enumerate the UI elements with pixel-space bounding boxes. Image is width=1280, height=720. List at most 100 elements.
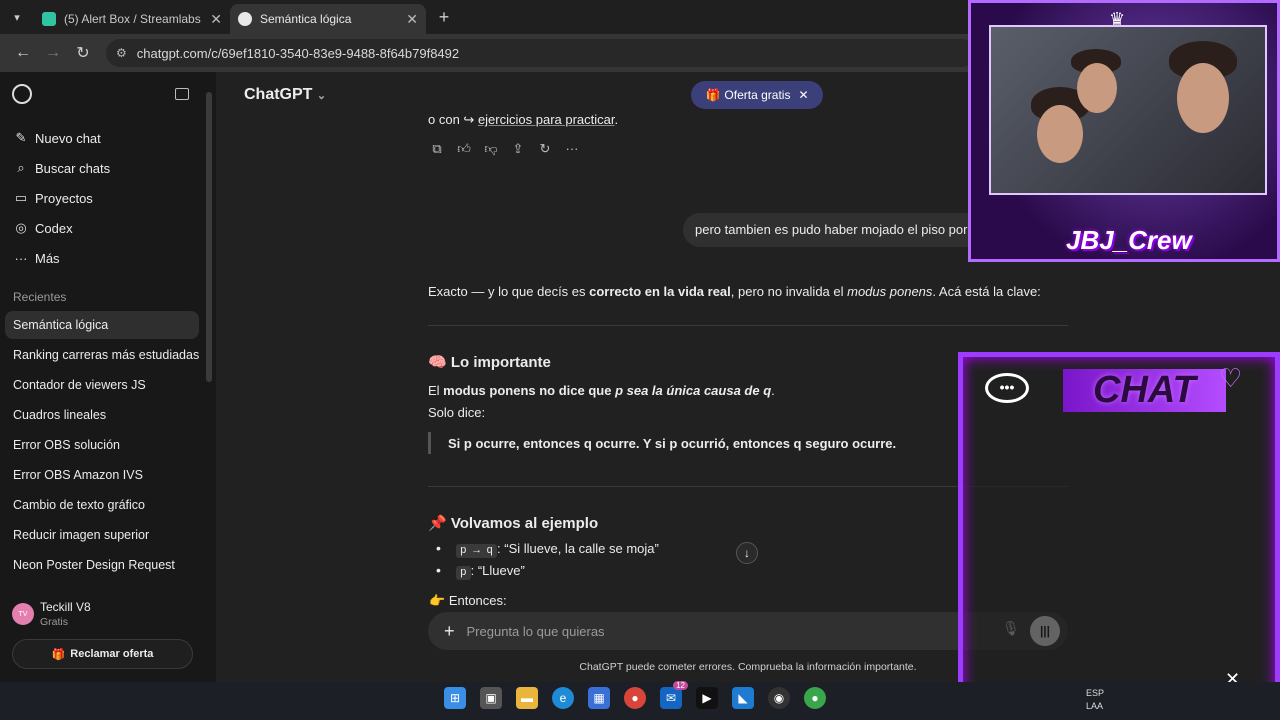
chrome-profile-icon[interactable]: ● xyxy=(804,687,826,709)
previous-message-tail: o con ↪ ejercicios para practicar. xyxy=(428,112,619,127)
lang-line: LAA xyxy=(1086,701,1104,711)
pin-icon: 📌 xyxy=(428,515,447,532)
sidebar-item-label: Buscar chats xyxy=(35,160,111,176)
start-icon[interactable]: ⊞ xyxy=(444,687,466,709)
gift-icon: 🎁 xyxy=(51,648,66,661)
address-bar[interactable]: ⚙ chatgpt.com/c/69ef1810-3540-83e9-9488-… xyxy=(106,39,976,67)
tab-search-icon[interactable]: ▾ xyxy=(0,0,34,34)
obs-icon[interactable]: ◉ xyxy=(768,687,790,709)
answer-paragraph: 👉 Entonces: xyxy=(429,593,507,609)
divider xyxy=(428,325,1068,326)
blockquote-bar xyxy=(428,432,431,454)
person-face xyxy=(1177,63,1229,133)
chatgpt-favicon-icon xyxy=(238,12,252,26)
section-heading: 🧠 Lo importante xyxy=(428,353,551,371)
thumbs-down-icon[interactable]: 👎︎ xyxy=(483,141,499,157)
chat-history-item[interactable]: Cambio de texto gráfico xyxy=(5,491,199,519)
message-actions: ⧉ 👍︎ 👎︎ ⇪ ↻ ··· xyxy=(429,141,580,157)
close-icon[interactable]: ✕ xyxy=(798,88,808,102)
more-icon[interactable]: ··· xyxy=(564,141,580,157)
notification-badge: 12 xyxy=(673,681,688,690)
task-view-icon[interactable]: ▣ xyxy=(480,687,502,709)
chat-overlay-title: CHAT xyxy=(1063,369,1226,412)
lang-line: ESP xyxy=(1086,688,1105,698)
answer-bold: correcto en la vida real xyxy=(589,284,731,299)
bullet-icon: • xyxy=(436,562,441,578)
answer-paragraph: Solo dice: xyxy=(428,405,486,420)
sidebar-item-more[interactable]: ··· Más xyxy=(13,247,60,269)
chat-history-item[interactable]: Ranking carreras más estudiadas xyxy=(5,341,199,369)
browser-tab-streamlabs[interactable]: (5) Alert Box / Streamlabs ✕ xyxy=(34,4,230,34)
prev-text: o con ↪ xyxy=(428,112,475,127)
tab-title: (5) Alert Box / Streamlabs xyxy=(64,12,201,26)
model-selector[interactable]: ChatGPT ⌄ xyxy=(244,86,326,104)
capcut-icon[interactable]: ▶ xyxy=(696,687,718,709)
forward-icon[interactable]: → xyxy=(38,44,68,62)
chat-history-item[interactable]: Neon Poster Design Request xyxy=(5,551,199,579)
edge-icon[interactable]: e xyxy=(552,687,574,709)
user-plan: Gratis xyxy=(40,616,69,628)
sidebar-item-projects[interactable]: ▭ Proyectos xyxy=(13,187,93,209)
sidebar-item-new-chat[interactable]: ✎ Nuevo chat xyxy=(13,127,101,149)
person-face xyxy=(1037,105,1083,163)
edit-icon: ✎ xyxy=(15,130,27,145)
list-text: : “Si llueve, la calle se moja” xyxy=(497,541,659,556)
heading-text: Volvamos al ejemplo xyxy=(450,515,599,532)
crew-logo-text: JBJ_Crew xyxy=(1066,225,1192,255)
add-attachment-icon[interactable]: + xyxy=(444,621,455,642)
avatar: TV xyxy=(12,603,34,625)
answer-text: El xyxy=(428,383,444,398)
answer-paragraph: El modus ponens no dice que p sea la úni… xyxy=(428,383,775,398)
folder-icon: ▭ xyxy=(14,190,28,205)
codex-icon: ◎ xyxy=(15,220,27,235)
inline-code: p → q xyxy=(456,544,498,558)
site-info-icon[interactable]: ⚙ xyxy=(116,46,127,60)
chevron-down-icon: ⌄ xyxy=(316,90,327,102)
copy-icon[interactable]: ⧉ xyxy=(429,141,445,157)
outlook-icon[interactable]: ✉ 12 xyxy=(660,681,688,709)
chat-history-item[interactable]: Semántica lógica xyxy=(5,311,199,339)
scroll-down-button[interactable]: ↓ xyxy=(736,542,758,564)
language-indicator[interactable]: ESP LAA xyxy=(1086,687,1104,713)
search-icon: ⌕ xyxy=(17,160,25,175)
back-icon[interactable]: ← xyxy=(8,44,38,62)
chat-history-item[interactable]: Contador de viewers JS xyxy=(5,371,199,399)
file-explorer-icon[interactable]: ▬ xyxy=(516,687,538,709)
regenerate-icon[interactable]: ↻ xyxy=(537,141,553,157)
close-tab-icon[interactable]: ✕ xyxy=(406,11,418,28)
tab-title: Semántica lógica xyxy=(260,12,352,26)
chat-history-item[interactable]: Cuadros lineales xyxy=(5,401,199,429)
more-icon: ··· xyxy=(14,250,28,266)
chat-history-item[interactable]: Reducir imagen superior xyxy=(5,521,199,549)
list-item: p → q: “Si llueve, la calle se moja” xyxy=(456,541,659,558)
chat-history-item[interactable]: Error OBS Amazon IVS xyxy=(5,461,199,489)
browser-tab-chatgpt[interactable]: Semántica lógica ✕ xyxy=(230,4,426,34)
sidebar: ✎ Nuevo chat ⌕ Buscar chats ▭ Proyectos … xyxy=(0,72,216,682)
openai-logo-icon[interactable] xyxy=(12,84,32,104)
exercises-link[interactable]: ejercicios para practicar xyxy=(478,112,615,127)
gift-icon: 🎁 xyxy=(705,88,721,102)
sidebar-toggle-icon[interactable] xyxy=(175,88,189,100)
sidebar-item-codex[interactable]: ◎ Codex xyxy=(13,217,72,239)
new-tab-icon[interactable]: + xyxy=(430,7,458,28)
vscode-icon[interactable]: ◣ xyxy=(732,687,754,709)
share-icon[interactable]: ⇪ xyxy=(510,141,526,157)
streamlabs-favicon-icon xyxy=(42,12,56,26)
heading-text: Lo importante xyxy=(450,354,551,371)
user-account[interactable]: TV Teckill V8 Gratis xyxy=(12,600,91,628)
thumbs-up-icon[interactable]: 👍︎ xyxy=(456,141,472,157)
chrome-icon[interactable]: ● xyxy=(624,687,646,709)
reload-icon[interactable]: ↻ xyxy=(68,43,98,63)
sidebar-scrollbar[interactable] xyxy=(206,92,212,382)
recent-section-label: Recientes xyxy=(13,290,67,304)
prompt-input[interactable] xyxy=(466,623,927,639)
claim-offer-button[interactable]: 🎁 Reclamar oferta xyxy=(12,639,193,669)
sidebar-item-label: Proyectos xyxy=(35,190,93,206)
free-offer-pill[interactable]: 🎁 Oferta gratis ✕ xyxy=(691,81,823,109)
sidebar-item-search[interactable]: ⌕ Buscar chats xyxy=(13,157,110,179)
close-tab-icon[interactable]: ✕ xyxy=(210,11,222,28)
chat-bubble-icon: ••• xyxy=(985,373,1029,403)
offer-label: Oferta gratis xyxy=(724,88,791,102)
store-icon[interactable]: ▦ xyxy=(588,687,610,709)
chat-history-item[interactable]: Error OBS solución xyxy=(5,431,199,459)
